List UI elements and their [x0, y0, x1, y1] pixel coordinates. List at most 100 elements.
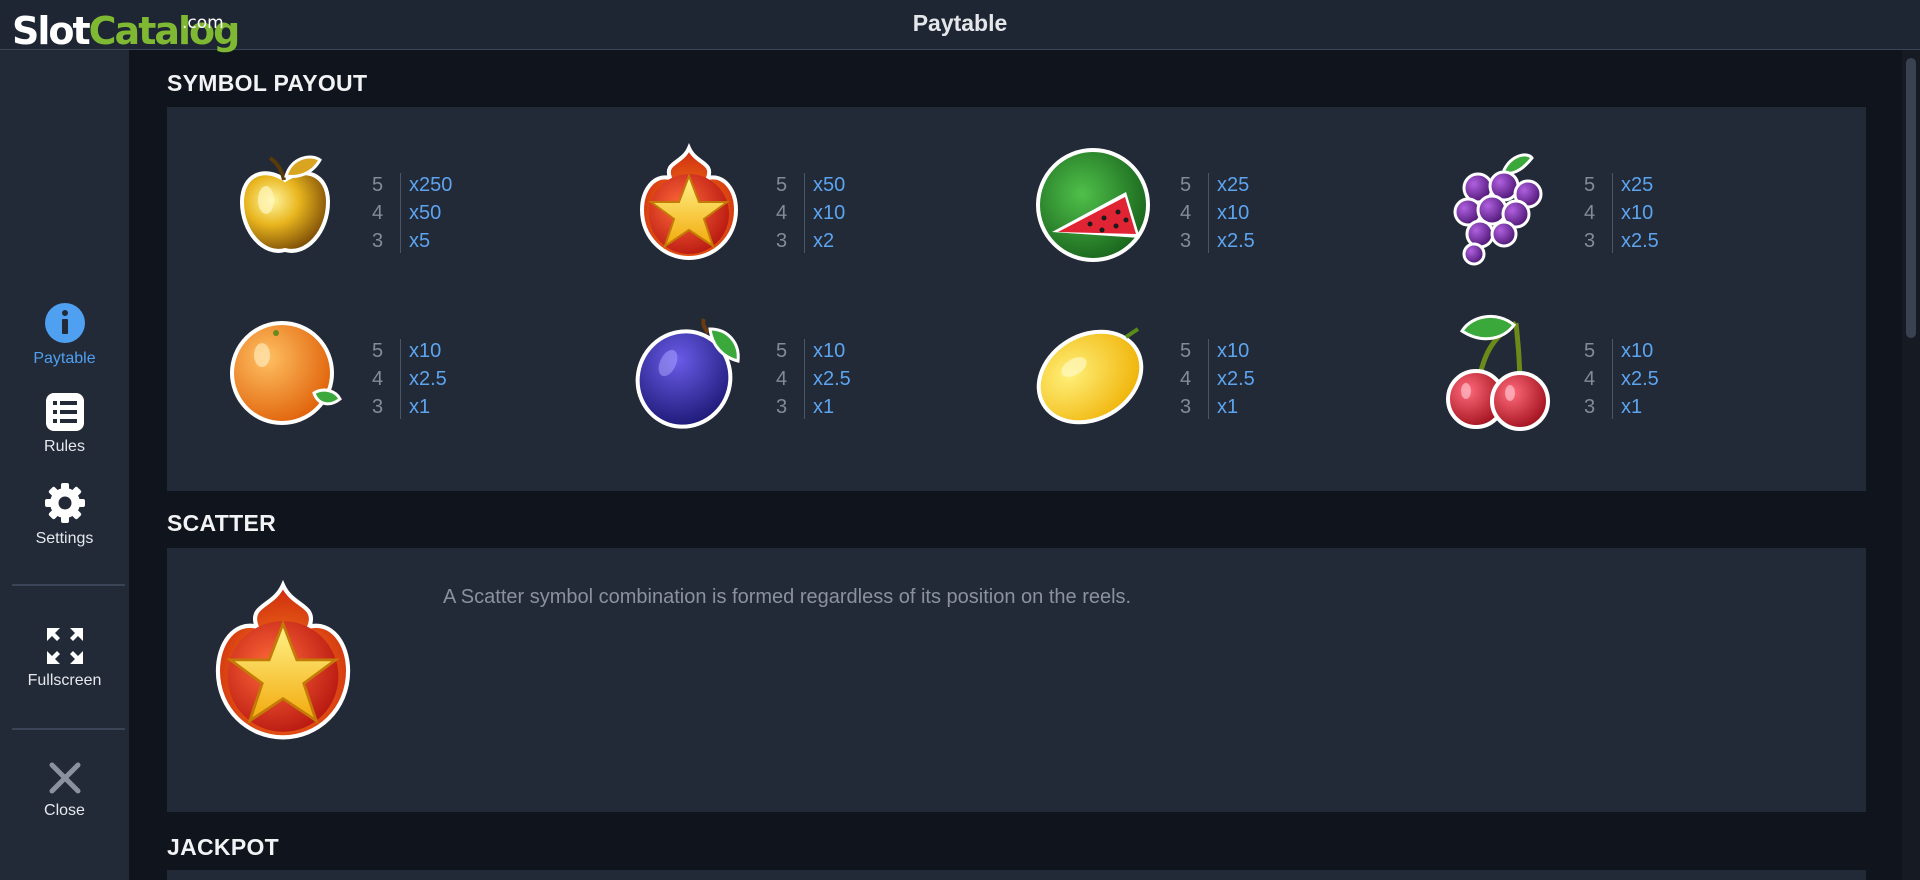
jackpot-panel — [167, 870, 1866, 880]
list-icon — [45, 393, 84, 431]
payout-count: 3 — [372, 396, 384, 418]
payout-multiplier: x5 — [409, 230, 431, 252]
payout-count: 4 — [372, 368, 384, 390]
section-title-symbol-payout: SYMBOL PAYOUT — [167, 70, 368, 96]
payout-list: 5 x50 4 x10 3 x2 — [776, 171, 896, 261]
section-title-scatter: SCATTER — [167, 510, 277, 536]
lemon-symbol — [1028, 307, 1158, 437]
payout-count: 3 — [1180, 396, 1192, 418]
payout-multiplier: x2.5 — [813, 368, 851, 390]
sidebar-item-label: Paytable — [33, 350, 96, 367]
payout-multiplier: x25 — [1217, 174, 1250, 196]
payout-multiplier: x10 — [813, 340, 846, 362]
payout-multiplier: x2.5 — [409, 368, 447, 390]
sidebar-item-label: Rules — [44, 438, 85, 455]
payout-count: 4 — [1180, 202, 1192, 224]
scrollbar-thumb[interactable] — [1906, 58, 1916, 338]
payout-multiplier: x50 — [813, 174, 846, 196]
top-bar: Paytable — [0, 0, 1920, 50]
symbol-payout-panel: 5 x250 4 x50 3 x5 5 x50 4 x10 3 x2 5 x25… — [167, 107, 1866, 491]
payout-multiplier: x10 — [1217, 340, 1250, 362]
close-icon — [49, 762, 80, 794]
scatter-description: A Scatter symbol combination is formed r… — [443, 586, 1132, 608]
payout-count: 4 — [776, 202, 788, 224]
payout-count: 3 — [776, 230, 788, 252]
info-icon — [44, 303, 85, 343]
payout-multiplier: x2.5 — [1217, 368, 1255, 390]
payout-divider — [400, 339, 401, 419]
payout-count: 5 — [372, 340, 384, 362]
payout-multiplier: x25 — [1621, 174, 1654, 196]
payout-count: 4 — [1180, 368, 1192, 390]
payout-multiplier: x2.5 — [1621, 230, 1659, 252]
sidebar-item-close[interactable]: Close — [0, 760, 129, 820]
logo-dotcom-text: .com — [182, 13, 224, 33]
payout-multiplier: x10 — [813, 202, 846, 224]
payout-divider — [804, 173, 805, 253]
slotcatalog-logo: SlotCatalog .com — [12, 8, 240, 54]
sidebar: Paytable Rules Settings Fullscreen Close — [0, 50, 129, 880]
payout-count: 5 — [372, 174, 384, 196]
fullscreen-icon — [46, 628, 83, 664]
payout-count: 5 — [776, 174, 788, 196]
sidebar-item-paytable[interactable]: Paytable — [0, 302, 129, 368]
cherries-symbol — [1432, 307, 1562, 437]
payout-count: 3 — [776, 396, 788, 418]
fire-star-symbol — [624, 140, 754, 270]
payout-count: 3 — [1584, 396, 1596, 418]
page-title: Paytable — [912, 10, 1008, 36]
grapes-symbol — [1432, 140, 1562, 270]
payout-multiplier: x2 — [813, 230, 835, 252]
sidebar-item-fullscreen[interactable]: Fullscreen — [0, 626, 129, 690]
payout-multiplier: x10 — [1621, 340, 1654, 362]
payout-multiplier: x10 — [409, 340, 442, 362]
payout-divider — [1612, 173, 1613, 253]
payout-multiplier: x10 — [1217, 202, 1250, 224]
payout-count: 5 — [1584, 174, 1596, 196]
payout-divider — [1612, 339, 1613, 419]
payout-multiplier: x1 — [1621, 396, 1643, 418]
payout-count: 4 — [1584, 368, 1596, 390]
gear-icon — [44, 483, 85, 523]
section-title-jackpot: JACKPOT — [167, 834, 280, 860]
payout-multiplier: x1 — [813, 396, 835, 418]
logo-slot-text: Slot — [12, 9, 91, 53]
sidebar-item-settings[interactable]: Settings — [0, 482, 129, 548]
payout-list: 5 x10 4 x2.5 3 x1 — [776, 337, 896, 427]
sidebar-item-rules[interactable]: Rules — [0, 392, 129, 456]
sidebar-divider — [12, 728, 125, 730]
sidebar-item-label: Close — [44, 802, 85, 819]
payout-count: 4 — [1584, 202, 1596, 224]
payout-count: 3 — [1584, 230, 1596, 252]
payout-divider — [1208, 173, 1209, 253]
orange-symbol — [220, 307, 350, 437]
payout-list: 5 x25 4 x10 3 x2.5 — [1180, 171, 1300, 261]
payout-list: 5 x250 4 x50 3 x5 — [372, 171, 492, 261]
payout-multiplier: x1 — [409, 396, 431, 418]
payout-list: 5 x25 4 x10 3 x2.5 — [1584, 171, 1704, 261]
payout-list: 5 x10 4 x2.5 3 x1 — [372, 337, 492, 427]
payout-multiplier: x1 — [1217, 396, 1239, 418]
payout-multiplier: x2.5 — [1217, 230, 1255, 252]
payout-count: 4 — [776, 368, 788, 390]
golden-apple-symbol — [220, 140, 350, 270]
scatter-fire-star-symbol — [193, 574, 373, 754]
sidebar-item-label: Settings — [35, 530, 94, 547]
scrollbar[interactable] — [1902, 50, 1920, 880]
payout-multiplier: x250 — [409, 174, 453, 196]
scatter-panel: A Scatter symbol combination is formed r… — [167, 548, 1866, 812]
payout-count: 3 — [1180, 230, 1192, 252]
payout-count: 5 — [1180, 174, 1192, 196]
payout-count: 4 — [372, 202, 384, 224]
payout-divider — [1208, 339, 1209, 419]
payout-count: 5 — [776, 340, 788, 362]
payout-count: 5 — [1584, 340, 1596, 362]
payout-divider — [400, 173, 401, 253]
paytable-content: SYMBOL PAYOUT 5 x250 4 x50 3 x5 5 x50 4 … — [129, 50, 1902, 880]
watermelon-symbol — [1028, 140, 1158, 270]
payout-multiplier: x2.5 — [1621, 368, 1659, 390]
plum-symbol — [624, 307, 754, 437]
sidebar-item-label: Fullscreen — [27, 672, 102, 689]
sidebar-divider — [12, 584, 125, 586]
payout-list: 5 x10 4 x2.5 3 x1 — [1180, 337, 1300, 427]
